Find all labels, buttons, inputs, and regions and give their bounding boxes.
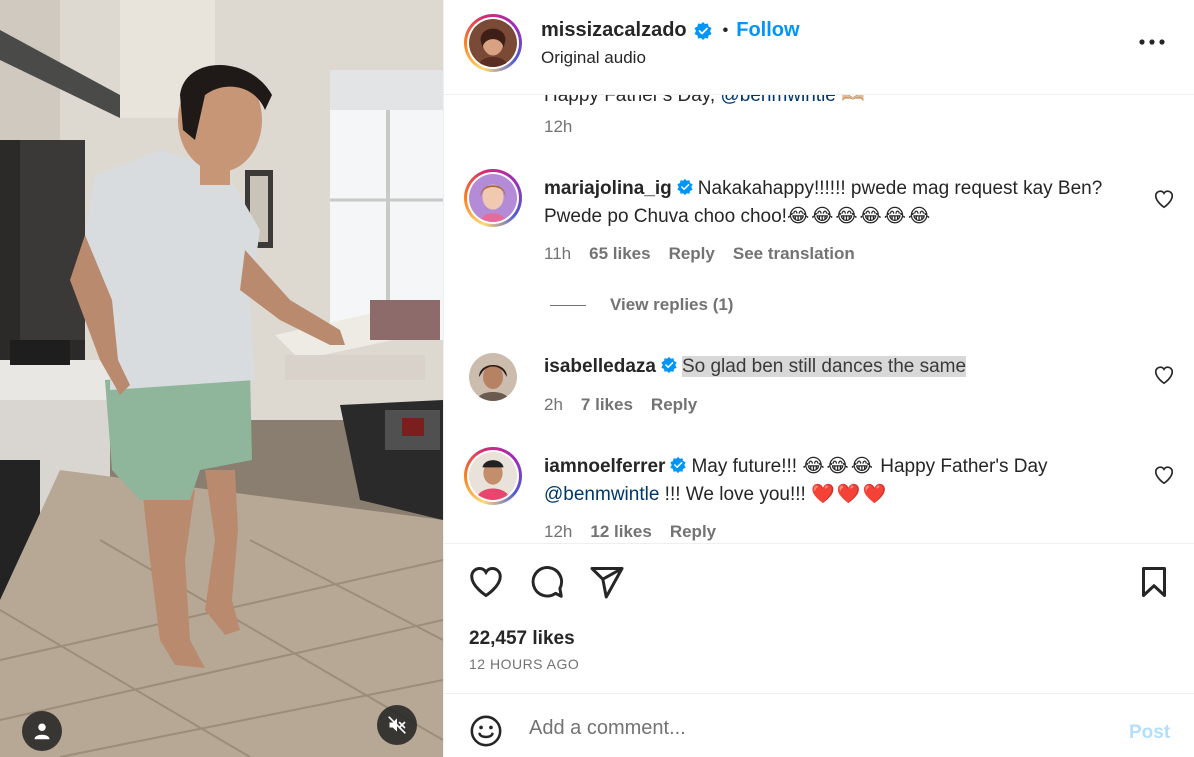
comment-emoji: 😂😂😂😂😂😂 bbox=[786, 206, 933, 227]
add-comment-bar: Post bbox=[444, 693, 1194, 757]
comment-avatar[interactable] bbox=[464, 447, 522, 505]
audio-label[interactable]: Original audio bbox=[541, 48, 646, 68]
post-comment-button[interactable]: Post bbox=[1129, 722, 1170, 744]
heart-icon[interactable] bbox=[468, 564, 504, 600]
more-options-icon bbox=[1139, 39, 1165, 45]
post-header: missizacalzado • Follow Original audio bbox=[444, 0, 1194, 95]
author-avatar[interactable] bbox=[464, 14, 522, 72]
share-icon[interactable] bbox=[589, 564, 625, 600]
user-tag-icon bbox=[34, 723, 50, 740]
post-timestamp[interactable]: 12 HOURS AGO bbox=[469, 656, 579, 672]
comment-time[interactable]: 2h bbox=[544, 395, 563, 415]
comment-text: mariajolina_ig Nakakahappy!!!!!! pwede ma… bbox=[544, 175, 1134, 231]
comment-likes[interactable]: 12 likes bbox=[590, 522, 651, 542]
verified-badge-icon bbox=[677, 178, 693, 196]
comment-time[interactable]: 12h bbox=[544, 522, 572, 542]
caption-time[interactable]: 12h bbox=[544, 117, 572, 137]
comment-body-selected: So glad ben still dances the same bbox=[681, 356, 967, 377]
mute-button[interactable] bbox=[377, 705, 417, 745]
post-media-video[interactable] bbox=[0, 0, 443, 757]
comment-time[interactable]: 11h bbox=[544, 244, 571, 264]
user-tag-button[interactable] bbox=[22, 711, 62, 751]
follow-button[interactable]: Follow bbox=[736, 19, 799, 42]
comment-like-heart-icon[interactable] bbox=[1153, 188, 1175, 210]
comment-body-end: !!! We love you!!! bbox=[659, 484, 812, 505]
comment-likes[interactable]: 65 likes bbox=[589, 244, 650, 264]
comment-like-heart-icon[interactable] bbox=[1153, 464, 1175, 486]
bookmark-icon[interactable] bbox=[1136, 564, 1172, 600]
comment-body-continued: Happy Father's Day bbox=[874, 456, 1048, 477]
comment-reply-button[interactable]: Reply bbox=[670, 522, 716, 542]
comment-meta: 11h 65 likes Reply See translation bbox=[544, 244, 855, 264]
comment-input[interactable] bbox=[529, 710, 1109, 746]
comment-username[interactable]: mariajolina_ig bbox=[544, 178, 672, 199]
view-replies-button[interactable]: View replies (1) bbox=[550, 295, 733, 315]
comment-reply-button[interactable]: Reply bbox=[651, 395, 697, 415]
view-replies-label: View replies (1) bbox=[610, 295, 734, 314]
verified-badge-icon bbox=[694, 21, 712, 40]
comment-like-heart-icon[interactable] bbox=[1153, 364, 1175, 386]
comment-text: iamnoelferrer May future!!! 😂😂😂 Happy Fat… bbox=[544, 453, 1134, 509]
comment-avatar[interactable] bbox=[464, 169, 522, 227]
comments-list[interactable]: Happy Father's Day, @benmwintle 🫶🏼 12h m… bbox=[444, 95, 1194, 543]
see-translation-button[interactable]: See translation bbox=[733, 244, 855, 264]
caption-mention[interactable]: @benmwintle bbox=[720, 95, 835, 106]
video-frame bbox=[0, 0, 443, 757]
caption-emoji: 🫶🏼 bbox=[841, 95, 865, 106]
comment-hearts-emoji: ❤️❤️❤️ bbox=[811, 484, 889, 505]
comment-avatar-image bbox=[469, 353, 517, 401]
verified-badge-icon bbox=[670, 456, 687, 474]
header-separator: • bbox=[722, 21, 729, 39]
verified-badge-icon bbox=[661, 356, 677, 374]
caption-text: Happy Father's Day, @benmwintle 🫶🏼 bbox=[544, 95, 865, 107]
comment-text: isabelledaza So glad ben still dances the… bbox=[544, 353, 1134, 381]
author-username[interactable]: missizacalzado bbox=[541, 19, 687, 42]
comment-username[interactable]: isabelledaza bbox=[544, 356, 656, 377]
comment-avatar-image bbox=[469, 452, 517, 500]
view-replies-line bbox=[550, 304, 586, 306]
post-actions: 22,457 likes 12 HOURS AGO bbox=[444, 543, 1194, 693]
emoji-icon[interactable] bbox=[469, 714, 503, 748]
comment-avatar[interactable] bbox=[469, 353, 517, 401]
comment-avatar-image bbox=[469, 174, 517, 222]
likes-count[interactable]: 22,457 likes bbox=[469, 628, 575, 650]
caption-body: Happy Father's Day, bbox=[544, 95, 721, 106]
comment-reply-button[interactable]: Reply bbox=[669, 244, 715, 264]
comment-emoji: 😂😂😂 bbox=[802, 456, 875, 477]
comment-username[interactable]: iamnoelferrer bbox=[544, 456, 665, 477]
post-details-panel: missizacalzado • Follow Original audio H… bbox=[443, 0, 1194, 757]
comment-likes[interactable]: 7 likes bbox=[581, 395, 633, 415]
more-options-button[interactable] bbox=[1137, 28, 1167, 56]
mute-icon bbox=[388, 716, 406, 734]
comment-meta: 12h 12 likes Reply bbox=[544, 522, 716, 542]
comment-body: May future!!! bbox=[691, 456, 803, 477]
comment-mention[interactable]: @benmwintle bbox=[544, 484, 659, 505]
comment-meta: 2h 7 likes Reply bbox=[544, 395, 697, 415]
comment-icon[interactable] bbox=[529, 564, 565, 600]
author-username-row: missizacalzado • Follow bbox=[541, 19, 800, 42]
author-avatar-image bbox=[469, 19, 517, 67]
